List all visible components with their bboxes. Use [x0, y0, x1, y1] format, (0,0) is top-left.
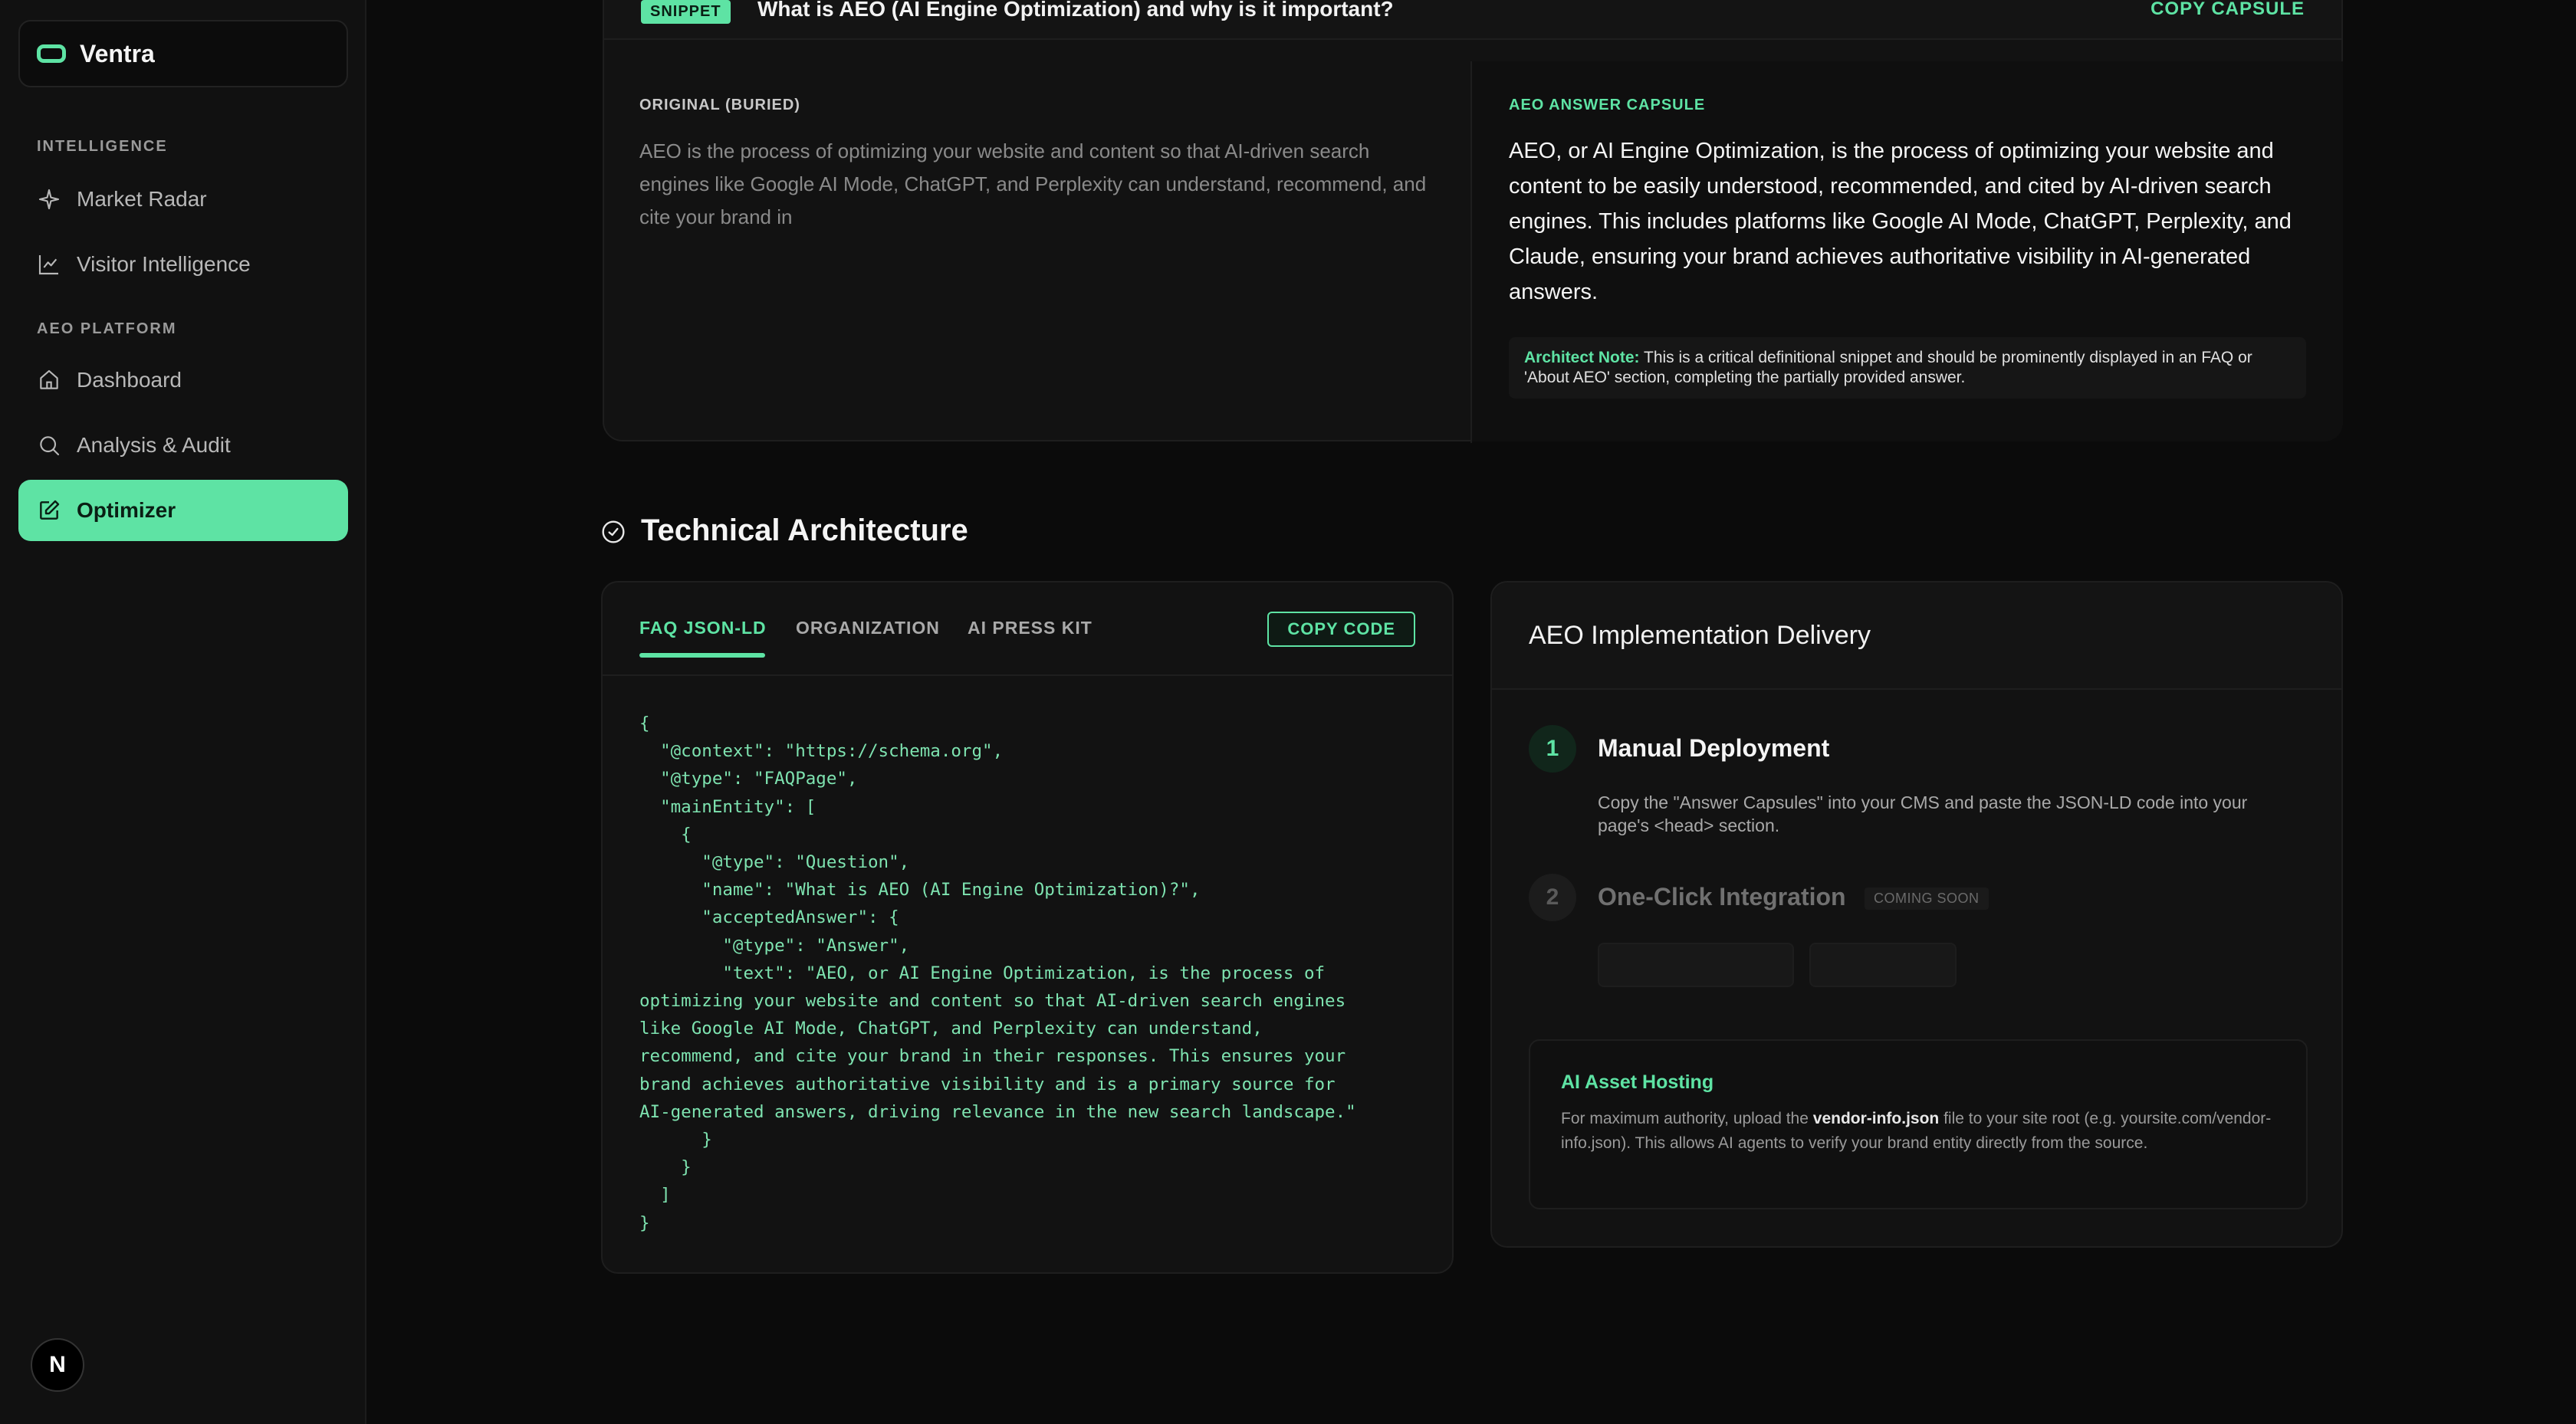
brand-switcher[interactable]: Ventra [18, 20, 348, 87]
json-ld-code: { "@context": "https://schema.org", "@ty… [639, 714, 1356, 1233]
capsule-text: AEO, or AI Engine Optimization, is the p… [1509, 139, 2292, 304]
sidebar-item-label: Market Radar [77, 187, 207, 211]
ai-asset-hosting-box: AI Asset Hosting For maximum authority, … [1529, 1039, 2308, 1209]
implementation-delivery-card: AEO Implementation Delivery 1 Manual Dep… [1490, 581, 2343, 1248]
architect-note: Architect Note: This is a critical defin… [1509, 337, 2306, 399]
ventra-logo-icon [37, 44, 66, 63]
tab-organization[interactable]: ORGANIZATION [796, 618, 940, 638]
hosting-title: AI Asset Hosting [1561, 1071, 1714, 1093]
copy-capsule-button[interactable]: COPY CAPSULE [2150, 0, 2305, 20]
section-title: Technical Architecture [641, 513, 968, 547]
sidebar-item-label: Dashboard [77, 368, 182, 392]
step-2-title: One-Click Integration [1598, 883, 1846, 911]
sparkle-icon [38, 189, 60, 210]
tab-faq-json-ld[interactable]: FAQ JSON-LD [639, 618, 767, 638]
capsule-label: AEO ANSWER CAPSULE [1509, 97, 1706, 113]
step-1-number: 1 [1529, 725, 1576, 773]
sidebar-item-dashboard[interactable]: Dashboard [18, 349, 348, 411]
line-chart-icon [38, 255, 58, 275]
section-heading-intelligence: INTELLIGENCE [37, 138, 168, 155]
step-1-title: Manual Deployment [1598, 734, 1830, 762]
integration-placeholder-1 [1598, 943, 1794, 987]
edit-icon [40, 500, 60, 520]
sidebar-item-visitor-intelligence[interactable]: Visitor Intelligence [18, 234, 348, 295]
sidebar-item-label: Analysis & Audit [77, 433, 231, 457]
tab-ai-press-kit[interactable]: AI PRESS KIT [968, 618, 1092, 638]
hosting-filename: vendor-info.json [1812, 1110, 1940, 1127]
search-icon [40, 436, 60, 456]
home-icon [40, 369, 58, 389]
sidebar-item-analysis-audit[interactable]: Analysis & Audit [18, 415, 348, 476]
schema-tabs: FAQ JSON-LD ORGANIZATION AI PRESS KIT CO… [603, 582, 1452, 676]
check-circle-icon [602, 520, 625, 543]
sidebar-item-optimizer[interactable]: Optimizer [18, 480, 348, 541]
coming-soon-badge: COMING SOON [1865, 888, 1989, 910]
brand-name: Ventra [80, 39, 155, 67]
sidebar-item-market-radar[interactable]: Market Radar [18, 169, 348, 230]
hosting-text-pre: For maximum authority, upload the [1561, 1110, 1813, 1127]
schema-code-card: FAQ JSON-LD ORGANIZATION AI PRESS KIT CO… [601, 581, 1454, 1274]
active-tab-indicator [639, 653, 765, 658]
section-heading-aeo-platform: AEO PLATFORM [37, 320, 177, 337]
copy-code-button[interactable]: COPY CODE [1267, 612, 1415, 647]
sidebar: Ventra INTELLIGENCE Market Radar Visitor… [0, 0, 366, 1424]
snippet-badge: SNIPPET [641, 0, 731, 24]
sidebar-item-label: Optimizer [77, 498, 176, 522]
implementation-header: AEO Implementation Delivery [1492, 582, 2341, 690]
pane-divider [1470, 61, 1472, 443]
original-text: AEO is the process of optimizing your we… [639, 139, 1427, 228]
integration-placeholder-2 [1809, 943, 1957, 987]
original-label: ORIGINAL (BURIED) [639, 97, 800, 113]
architect-note-label: Architect Note: [1524, 349, 1640, 366]
implementation-title: AEO Implementation Delivery [1529, 621, 1871, 650]
hosting-text: For maximum authority, upload the vendor… [1561, 1107, 2289, 1156]
snippet-question: What is AEO (AI Engine Optimization) and… [757, 0, 1394, 21]
step-2-number: 2 [1529, 874, 1576, 921]
sidebar-item-label: Visitor Intelligence [77, 252, 251, 276]
snippet-card-header: SNIPPET What is AEO (AI Engine Optimizat… [604, 0, 2341, 40]
step-1-description: Copy the "Answer Capsules" into your CMS… [1598, 792, 2248, 835]
framework-badge-button[interactable]: N [31, 1338, 84, 1392]
